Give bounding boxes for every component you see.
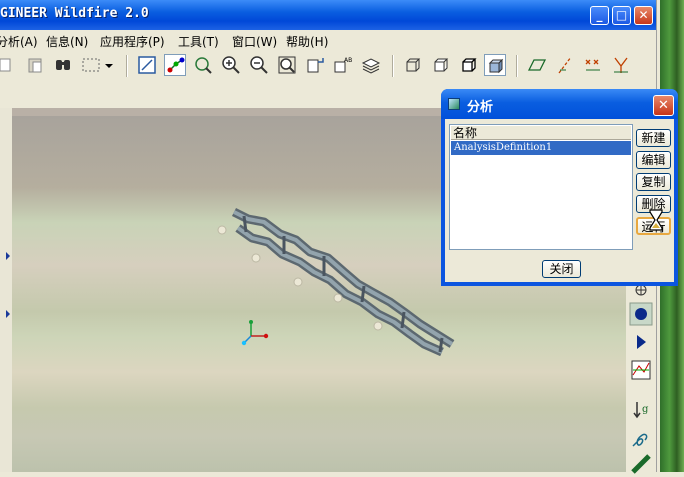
analysis-dialog: 分析 ✕ 名称 AnalysisDefinition1 新建 编辑 复制 删除 …: [441, 89, 678, 286]
close-icon: ✕: [658, 98, 669, 113]
analysis-list[interactable]: 名称 AnalysisDefinition1: [449, 124, 633, 250]
copy-icon[interactable]: [0, 54, 16, 76]
dialog-close-text-button[interactable]: 关闭: [542, 260, 581, 278]
menu-window[interactable]: 窗口(W): [232, 33, 277, 50]
zoom-in-icon[interactable]: [220, 54, 242, 76]
menu-bar: 分析(A) 信息(N) 应用程序(P) 工具(T) 窗口(W) 帮助(H): [0, 30, 660, 50]
saved-views-icon[interactable]: AB: [332, 54, 354, 76]
menu-applications[interactable]: 应用程序(P): [100, 33, 165, 50]
menu-help[interactable]: 帮助(H): [286, 33, 328, 50]
refit-icon[interactable]: [276, 54, 298, 76]
gravity-icon[interactable]: g: [629, 398, 653, 422]
layers-icon[interactable]: [360, 54, 382, 76]
new-button[interactable]: 新建: [636, 129, 671, 147]
list-item[interactable]: AnalysisDefinition1: [451, 141, 631, 155]
menu-info[interactable]: 信息(N): [46, 33, 88, 50]
menu-analysis[interactable]: 分析(A): [0, 33, 38, 50]
menu-tools[interactable]: 工具(T): [178, 33, 219, 50]
minimize-icon: _: [596, 8, 603, 22]
dialog-close-button[interactable]: ✕: [653, 95, 674, 116]
spin-center-icon[interactable]: [164, 54, 186, 76]
edit-button[interactable]: 编辑: [636, 151, 671, 169]
maximize-button[interactable]: □: [612, 6, 631, 25]
app-title-bar[interactable]: GINEER Wildfire 2.0 _ □ ✕: [0, 0, 660, 30]
shading-icon[interactable]: [484, 54, 506, 76]
maximize-icon: □: [615, 8, 628, 22]
servo-motor-icon[interactable]: [629, 302, 653, 326]
no-hidden-icon[interactable]: [458, 54, 480, 76]
wireframe-icon[interactable]: [402, 54, 424, 76]
coordinate-triad: [241, 320, 269, 346]
repaint-icon[interactable]: [136, 54, 158, 76]
run-analysis-icon[interactable]: [629, 330, 653, 354]
hourglass-cursor-icon: [648, 209, 664, 231]
main-toolbar: AB: [0, 50, 660, 83]
toolbar-separator: [516, 55, 518, 77]
select-box-icon[interactable]: [80, 54, 102, 76]
close-icon: ✕: [638, 8, 649, 22]
dialog-body: 名称 AnalysisDefinition1 新建 编辑 复制 删除 运行 关闭: [445, 119, 674, 282]
orient-icon[interactable]: [192, 54, 214, 76]
close-window-button[interactable]: ✕: [634, 6, 653, 25]
datum-points-icon[interactable]: [582, 54, 604, 76]
datum-axes-icon[interactable]: [554, 54, 576, 76]
minimize-button[interactable]: _: [590, 6, 609, 25]
damper-icon[interactable]: [629, 450, 653, 474]
find-icon[interactable]: [52, 54, 74, 76]
paste-icon[interactable]: [24, 54, 46, 76]
view-manager-icon[interactable]: [304, 54, 326, 76]
spring-icon[interactable]: [629, 426, 653, 450]
svg-text:AB: AB: [344, 57, 352, 64]
right-toolbar: g: [626, 282, 656, 474]
svg-text:g: g: [642, 404, 649, 415]
copy-button[interactable]: 复制: [636, 173, 671, 191]
dialog-title-bar[interactable]: 分析 ✕: [441, 89, 678, 119]
hidden-line-icon[interactable]: [430, 54, 452, 76]
dialog-title: 分析: [467, 100, 494, 115]
list-header-name[interactable]: 名称: [451, 126, 631, 140]
chain-model[interactable]: [217, 207, 455, 357]
toolbar-separator: [392, 55, 394, 77]
coordinate-systems-icon[interactable]: [610, 54, 632, 76]
zoom-out-icon[interactable]: [248, 54, 270, 76]
datum-planes-icon[interactable]: [526, 54, 548, 76]
dropdown-arrow-icon[interactable]: [102, 54, 116, 76]
dialog-app-icon: [448, 98, 460, 110]
toolbar-separator: [126, 55, 128, 77]
app-title: GINEER Wildfire 2.0: [0, 6, 149, 21]
measure-icon[interactable]: [629, 358, 653, 382]
